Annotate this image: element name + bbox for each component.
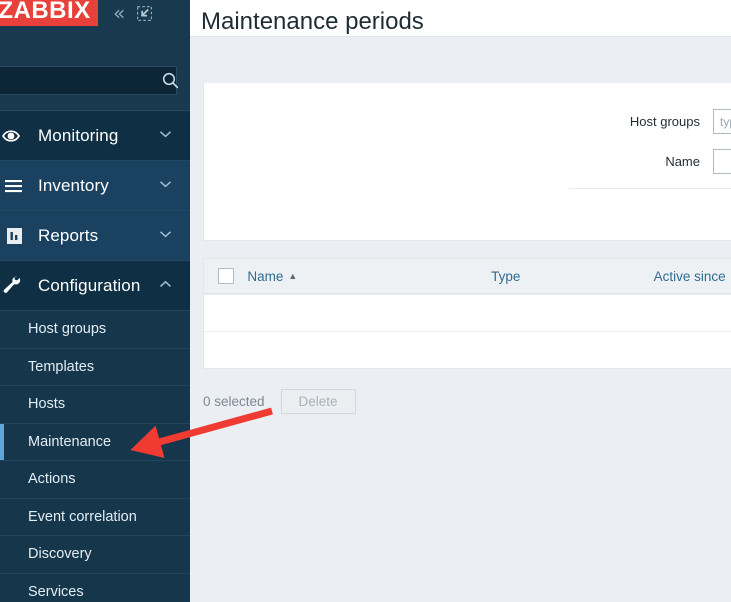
table-header-row: Name ▲ Type Active since — [204, 259, 731, 294]
sidebar-item-host-groups[interactable]: Host groups — [0, 310, 190, 348]
sort-ascending-icon: ▲ — [288, 270, 298, 281]
sidebar-nav: Monitoring Inventory Reports Configurati… — [0, 110, 190, 602]
sidebar-item-label: Hosts — [28, 396, 66, 413]
sidebar-group-label: Inventory — [38, 175, 109, 195]
bar-chart-icon — [0, 223, 24, 249]
sidebar-item-maintenance[interactable]: Maintenance — [0, 422, 190, 460]
search-icon[interactable] — [162, 67, 179, 94]
delete-button[interactable]: Delete — [280, 389, 356, 414]
name-input[interactable] — [713, 149, 731, 174]
wrench-icon — [0, 273, 24, 299]
sidebar-group-inventory[interactable]: Inventory — [0, 160, 190, 210]
sidebar-item-label: Discovery — [28, 546, 92, 563]
sidebar-item-label: Host groups — [28, 321, 107, 338]
chevron-down-icon — [159, 230, 172, 241]
sidebar-group-label: Configuration — [38, 275, 141, 295]
column-header-name[interactable]: Name ▲ — [247, 269, 491, 284]
sidebar-group-reports[interactable]: Reports — [0, 210, 190, 260]
main-content: Maintenance periods Host groups Name Nam… — [190, 0, 731, 602]
sidebar-search[interactable] — [0, 66, 179, 95]
table-row — [204, 294, 731, 331]
page-title: Maintenance periods — [201, 8, 424, 36]
sidebar-item-templates[interactable]: Templates — [0, 347, 190, 386]
column-header-type-label: Type — [491, 268, 521, 284]
sidebar-item-label: Event correlation — [28, 508, 137, 525]
sidebar-submenu-configuration: Host groups Templates Hosts Maintenance … — [0, 310, 190, 602]
zabbix-logo: ZABBIX — [0, 0, 98, 26]
filter-row-name: Name — [665, 149, 731, 174]
table-footer: 0 selected Delete — [203, 389, 356, 414]
sidebar-item-event-correlation[interactable]: Event correlation — [0, 497, 190, 536]
table-row — [204, 331, 731, 368]
chevron-down-icon — [159, 130, 172, 141]
sidebar-group-label: Reports — [38, 225, 99, 245]
maintenance-table: Name ▲ Type Active since — [203, 258, 731, 369]
filter-label-host-groups: Host groups — [629, 114, 700, 129]
sidebar-item-hosts[interactable]: Hosts — [0, 385, 190, 423]
collapse-sidebar-icon[interactable]: « — [113, 3, 125, 23]
sidebar-item-label: Actions — [28, 471, 76, 488]
app-window: ZABBIX « Monitoring Inventory Reports Co… — [0, 0, 731, 602]
sidebar-controls: « — [113, 0, 153, 26]
filter-row-host-groups: Host groups — [630, 109, 731, 134]
filter-panel: Host groups Name — [203, 82, 731, 241]
sidebar-item-label: Templates — [28, 358, 95, 375]
sidebar-item-label: Maintenance — [28, 433, 112, 450]
select-all-checkbox[interactable] — [217, 268, 234, 284]
search-input[interactable] — [0, 73, 162, 88]
column-header-type[interactable]: Type — [491, 269, 654, 284]
filter-divider — [569, 188, 731, 189]
select-all-cell — [204, 268, 247, 284]
column-header-active-since[interactable]: Active since — [654, 269, 731, 284]
sidebar-item-label: Services — [28, 583, 84, 600]
eye-icon — [0, 123, 24, 149]
chevron-up-icon — [159, 280, 172, 291]
host-groups-input[interactable] — [713, 109, 731, 134]
sidebar-group-configuration[interactable]: Configuration — [0, 260, 190, 310]
page-header: Maintenance periods — [190, 0, 731, 37]
sidebar-item-services[interactable]: Services — [0, 572, 190, 602]
sidebar-header: ZABBIX « — [0, 0, 190, 60]
sidebar-group-monitoring[interactable]: Monitoring — [0, 110, 190, 160]
list-icon — [0, 173, 24, 199]
column-header-name-label: Name — [247, 268, 284, 284]
hide-sidebar-icon[interactable] — [137, 5, 153, 21]
selected-count: 0 selected — [203, 394, 265, 409]
sidebar-group-label: Monitoring — [38, 125, 119, 145]
sidebar-item-actions[interactable]: Actions — [0, 460, 190, 498]
column-header-active-since-label: Active since — [653, 268, 726, 284]
filter-label-name: Name — [665, 154, 700, 169]
sidebar: ZABBIX « Monitoring Inventory Reports Co… — [0, 0, 190, 602]
sidebar-item-discovery[interactable]: Discovery — [0, 535, 190, 573]
chevron-down-icon — [159, 180, 172, 191]
